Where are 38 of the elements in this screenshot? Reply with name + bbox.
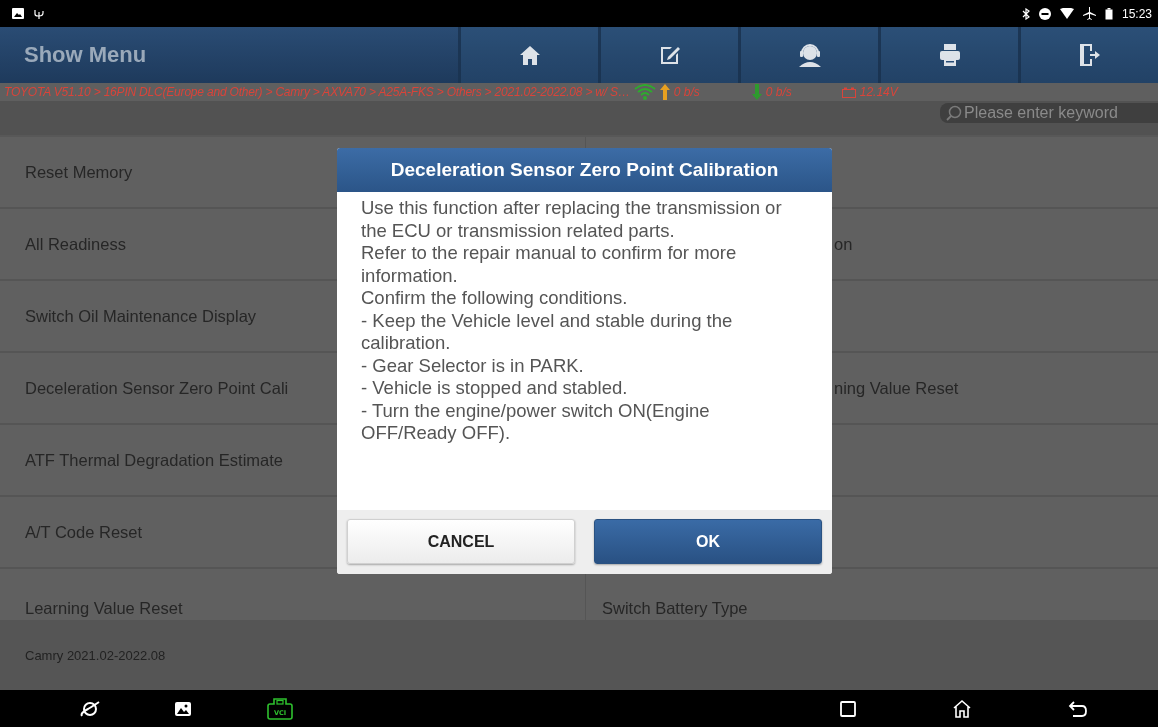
search-field[interactable]: Please enter keyword — [940, 103, 1158, 123]
usb-icon — [33, 7, 45, 20]
exit-door-icon — [1079, 44, 1100, 66]
search-icon — [946, 105, 962, 121]
upload-rate: 0 b/s — [673, 85, 700, 99]
download-arrow-icon — [751, 84, 762, 100]
exit-button[interactable] — [1018, 27, 1158, 83]
do-not-disturb-icon — [1038, 7, 1051, 20]
battery-icon — [1104, 7, 1113, 20]
battery-voltage-icon — [841, 86, 856, 98]
dialog-message: Confirm the following conditions. — [361, 287, 629, 310]
dialog-message: - Keep the Vehicle level and stable during the calibration. — [361, 309, 734, 355]
home-icon — [519, 45, 540, 65]
menu-item[interactable]: Learning Value Reset — [0, 569, 585, 620]
recent-apps-icon[interactable] — [840, 700, 856, 717]
printer-icon — [939, 44, 960, 66]
gallery-notification-icon — [12, 8, 24, 19]
dialog-message: - Gear Selector is in PARK. — [361, 354, 585, 377]
ok-button[interactable]: OK — [594, 519, 822, 564]
breadcrumb-path: TOYOTA V51.10 > 16PIN DLC(Europe and Other) > Camry > AXVA70 > A25A-FKS > Others > 2021.02-2022.08 > w/ S… — [4, 85, 630, 99]
bluetooth-icon — [1021, 7, 1030, 20]
cancel-button[interactable]: CANCEL — [347, 519, 575, 564]
home-nav-icon[interactable] — [952, 698, 972, 719]
home-button[interactable] — [458, 27, 598, 83]
dialog-title: Deceleration Sensor Zero Point Calibration — [337, 148, 832, 192]
support-button[interactable] — [738, 27, 878, 83]
page-title: Show Menu — [23, 42, 147, 68]
wifi-icon — [1059, 8, 1074, 19]
battery-voltage: 12.14V — [859, 85, 898, 99]
print-button[interactable] — [878, 27, 1018, 83]
gallery-icon[interactable] — [175, 701, 191, 716]
download-rate: 0 b/s — [765, 85, 792, 99]
clock-time: 15:23 — [1121, 6, 1152, 21]
back-icon[interactable] — [1068, 700, 1088, 717]
edit-icon — [658, 44, 681, 66]
upload-arrow-icon — [659, 84, 670, 100]
airplane-icon — [1082, 7, 1096, 20]
wifi-signal-icon — [633, 84, 656, 100]
